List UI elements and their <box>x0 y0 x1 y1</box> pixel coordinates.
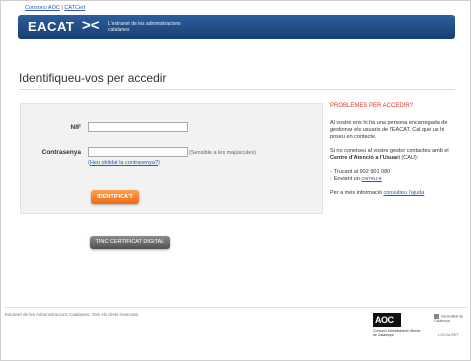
digital-certificate-button[interactable]: TINC CERTIFICAT DIGITAL <box>90 236 170 249</box>
consorci-aoc-link[interactable]: Consorci AOC <box>25 5 60 11</box>
email-text-pre: Enviant un <box>333 176 362 182</box>
eacat-logo-mark-icon: >< <box>82 17 100 34</box>
help-paragraph-manager: Al vostre ens hi ha una persona encarreg… <box>330 120 448 140</box>
localret-logo[interactable]: LOCALRET <box>438 332 459 337</box>
generalitat-logo[interactable]: Generalitat de Catalunya <box>434 314 468 323</box>
more-info-text: Per a més informació <box>330 190 384 196</box>
help-paragraph-cau: Si no coneixeu al vostre gestor contacte… <box>330 148 460 162</box>
help-title: PROBLEMES PER ACCEDIR? <box>330 103 414 109</box>
forgot-suffix: ) <box>158 160 160 166</box>
identify-button[interactable]: IDENTIFICA'T <box>91 190 139 204</box>
phone-text: Trucant al 902 901 080 <box>333 169 391 175</box>
nif-input[interactable] <box>88 122 188 132</box>
bullet-icon: › <box>330 176 332 182</box>
aoc-logo[interactable]: AOC <box>373 313 401 327</box>
page-frame: Consorci AOC | CATCert EACAT >< L'extran… <box>0 0 471 361</box>
catcert-link[interactable]: CATCert <box>64 5 85 11</box>
phone-item: › Trucant al 902 901 080 <box>330 169 390 175</box>
nif-label: NIF <box>70 124 81 131</box>
cau-text-pre: Si no coneixeu al vostre gestor contacte… <box>330 148 449 154</box>
footer-copyright: Extranet de les Administracions Catalane… <box>5 312 140 317</box>
password-input[interactable] <box>88 147 188 157</box>
header-banner: EACAT >< L'extranet de les administracio… <box>18 15 455 39</box>
forgot-password-link[interactable]: Heu oblidat la contrasenya? <box>90 160 158 166</box>
contact-options: › Trucant al 902 901 080 › Enviant un corr… <box>330 169 460 183</box>
title-divider <box>19 89 455 90</box>
bullet-icon: › <box>330 169 332 175</box>
footer-divider <box>5 307 468 308</box>
eacat-logo[interactable]: EACAT <box>28 19 74 34</box>
login-form: NIF Contrasenya (Sensible a les majúscul… <box>20 103 323 214</box>
banner-tagline: L'extranet de les administracions catala… <box>108 21 181 33</box>
more-info: Per a més informació consulteu l'ajuda <box>330 190 460 197</box>
aoc-logo-text: AOC <box>375 315 394 325</box>
page-title: Identifiqueu-vos per accedir <box>19 71 167 85</box>
email-link[interactable]: correu-e <box>361 176 381 182</box>
aoc-logo-caption: Consorci Administració Oberta de Catalun… <box>373 329 421 337</box>
top-links-separator: | <box>61 5 63 11</box>
cau-name: Centre d'Atenció a l'Usuari <box>330 155 400 161</box>
forgot-password: (Heu oblidat la contrasenya?) <box>88 160 160 166</box>
password-label: Contrasenya <box>41 149 81 156</box>
top-links: Consorci AOC | CATCert <box>25 5 85 11</box>
email-item: › Enviant un correu-e <box>330 176 382 182</box>
access-help-panel: PROBLEMES PER ACCEDIR? Al vostre ens hi … <box>330 103 460 204</box>
cau-text-post: (CAU): <box>399 155 419 161</box>
help-link[interactable]: consulteu l'ajuda <box>384 190 425 196</box>
password-hint: (Sensible a les majúscules) <box>189 150 256 156</box>
